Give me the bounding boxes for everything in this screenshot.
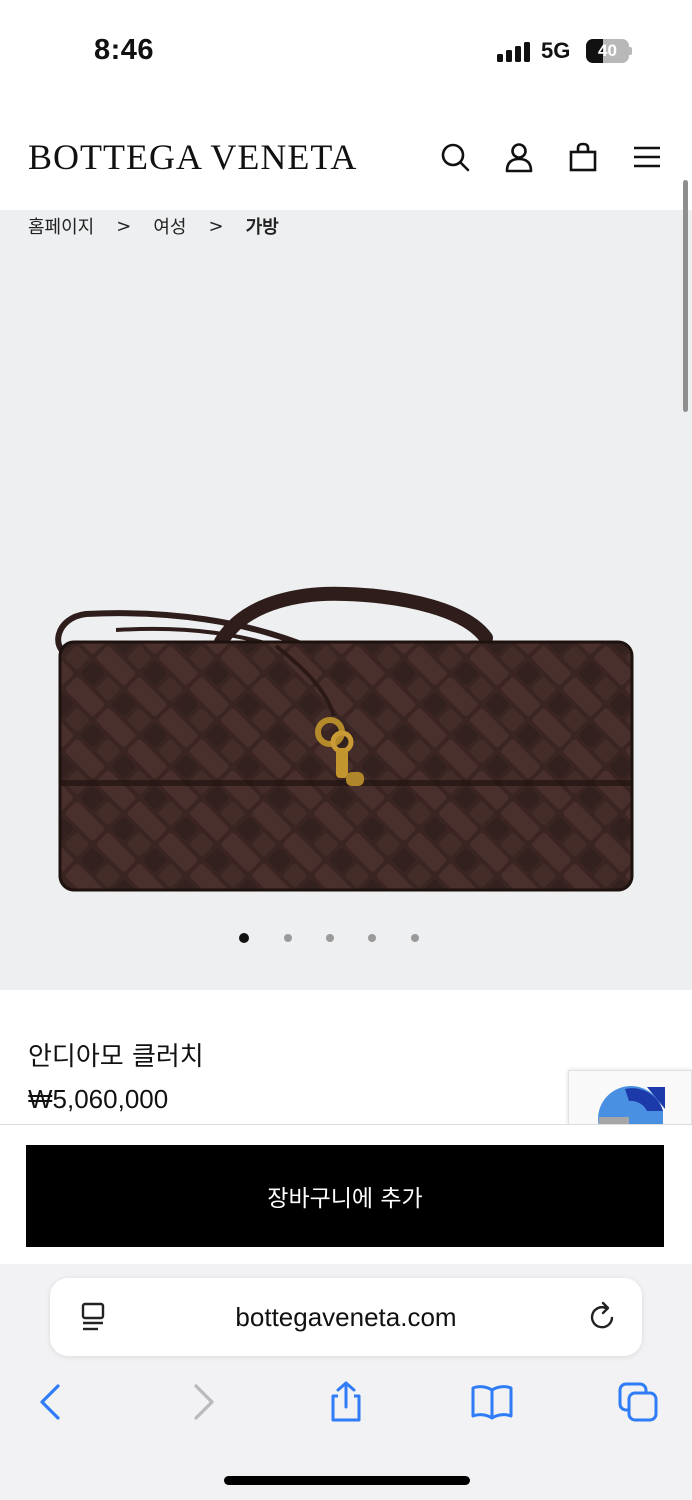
reload-icon[interactable] xyxy=(586,1300,620,1334)
search-icon[interactable] xyxy=(438,140,472,174)
reader-mode-icon[interactable] xyxy=(76,1300,110,1334)
url-text[interactable]: bottegaveneta.com xyxy=(50,1278,642,1356)
site-header: BOTTEGA VENETA xyxy=(0,100,692,210)
image-carousel-dots xyxy=(0,933,692,945)
add-to-cart-button[interactable]: 장바구니에 추가 xyxy=(26,1145,664,1247)
product-price: ₩5,060,000 xyxy=(28,1084,169,1114)
carousel-dot[interactable] xyxy=(326,934,334,942)
forward-icon[interactable] xyxy=(180,1380,224,1424)
tabs-icon[interactable] xyxy=(616,1380,660,1424)
address-bar[interactable]: bottegaveneta.com xyxy=(50,1278,642,1356)
network-label: 5G xyxy=(541,38,571,63)
carousel-dot[interactable] xyxy=(284,934,292,942)
home-indicator[interactable] xyxy=(224,1476,470,1485)
cellular-signal-icon xyxy=(497,42,531,62)
breadcrumb-home[interactable]: 홈페이지 xyxy=(28,213,94,239)
breadcrumb-bags[interactable]: 가방 xyxy=(246,213,279,239)
product-image[interactable] xyxy=(46,580,646,900)
carousel-dot-active[interactable] xyxy=(239,933,249,943)
breadcrumb-women[interactable]: 여성 xyxy=(153,213,186,239)
add-to-cart-panel: 장바구니에 추가 xyxy=(0,1124,692,1264)
status-bar: 8:46 5G 40 xyxy=(0,0,692,100)
menu-icon[interactable] xyxy=(630,140,664,174)
battery-level: 40 xyxy=(598,41,617,60)
account-icon[interactable] xyxy=(502,140,536,174)
shopping-bag-icon[interactable] xyxy=(566,140,600,174)
product-name: 안디아모 클러치 xyxy=(28,1042,204,1072)
status-time: 8:46 xyxy=(94,34,155,66)
browser-toolbar: bottegaveneta.com xyxy=(0,1264,692,1500)
bookmarks-icon[interactable] xyxy=(470,1380,514,1424)
breadcrumb: 홈페이지 > 여성 > 가방 xyxy=(28,210,279,242)
breadcrumb-separator: > xyxy=(208,215,224,237)
page-scrollbar[interactable] xyxy=(683,180,688,412)
carousel-dot[interactable] xyxy=(368,934,376,942)
brand-logo[interactable]: BOTTEGA VENETA xyxy=(28,136,357,178)
share-icon[interactable] xyxy=(324,1380,368,1424)
back-icon[interactable] xyxy=(30,1380,74,1424)
recaptcha-icon xyxy=(598,1086,665,1125)
carousel-dot[interactable] xyxy=(411,934,419,942)
battery-icon: 40 xyxy=(586,39,632,63)
breadcrumb-separator: > xyxy=(116,215,132,237)
recaptcha-badge[interactable] xyxy=(568,1070,692,1126)
